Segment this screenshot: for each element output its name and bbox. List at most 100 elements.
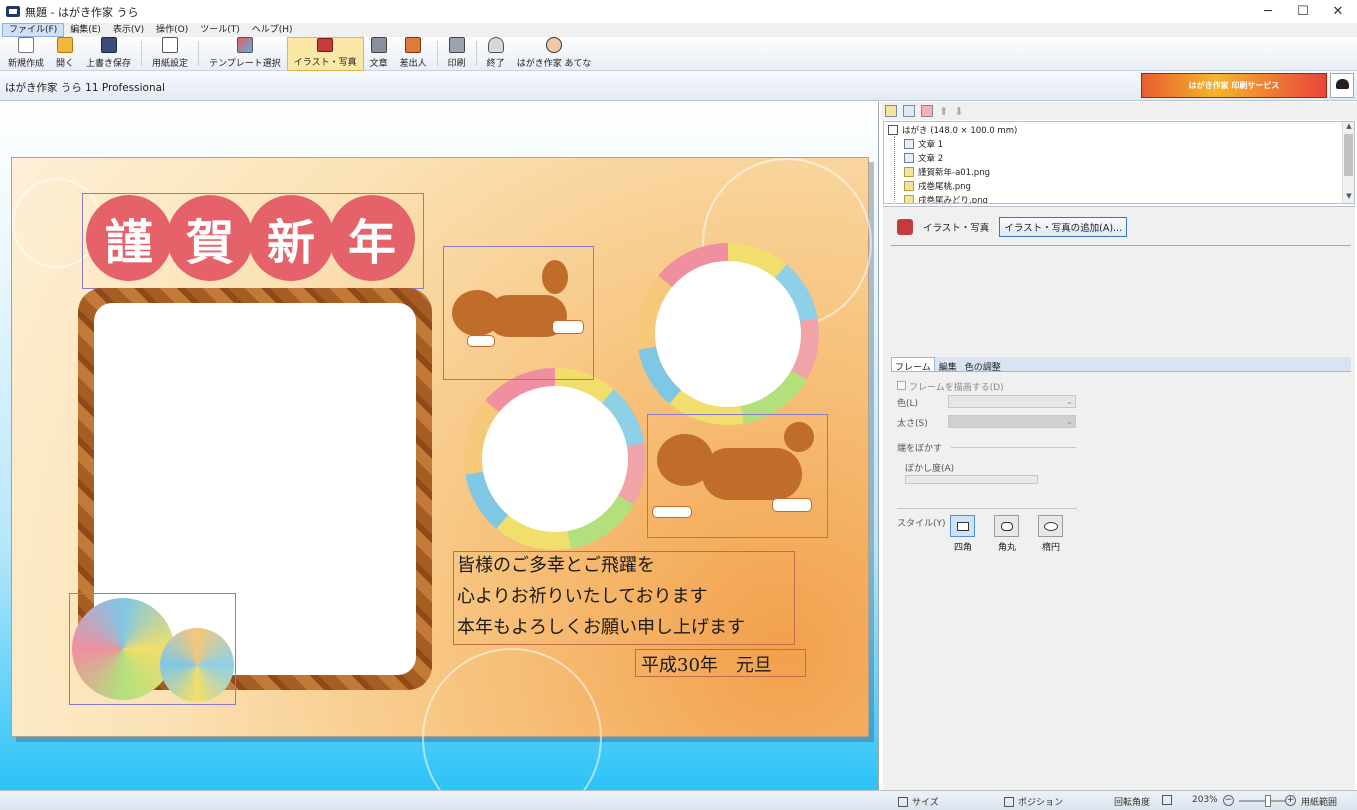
size-status: サイズ xyxy=(898,795,939,808)
product-name: はがき作家 うら 11 Professional xyxy=(5,82,165,94)
print-button[interactable]: 印刷 xyxy=(442,37,472,71)
close-button[interactable]: ✕ xyxy=(1321,0,1355,23)
thickness-label: 太さ(S) xyxy=(897,419,928,429)
tab-frame[interactable]: フレーム xyxy=(891,357,935,373)
draw-frame-checkbox[interactable] xyxy=(897,381,906,390)
properties-panel: イラスト・写真 イラスト・写真の追加(A)... フレーム 編集 色の調整 フレ… xyxy=(883,206,1355,790)
add-illust-button[interactable]: イラスト・写真の追加(A)... xyxy=(999,217,1128,237)
menu-view[interactable]: 表示(V) xyxy=(107,23,150,37)
thickness-select[interactable]: ⌄ xyxy=(948,415,1076,428)
illust-button[interactable]: イラスト・写真 xyxy=(286,37,364,71)
save-icon xyxy=(100,37,117,53)
tab-underline xyxy=(891,371,1351,372)
zoom-slider[interactable] xyxy=(1239,795,1285,807)
template-button[interactable]: テンプレート選択 xyxy=(203,37,287,71)
grid-icon xyxy=(1162,795,1172,805)
photo-hole-bottom[interactable] xyxy=(482,386,628,532)
grid-toggle[interactable] xyxy=(1162,795,1176,805)
atena-button[interactable]: はがき作家 あてな xyxy=(511,37,598,71)
print-label: 印刷 xyxy=(447,59,466,69)
new-label: 新規作成 xyxy=(8,59,45,69)
add-image-icon[interactable] xyxy=(885,105,897,117)
atena-icon xyxy=(546,37,563,53)
template-icon xyxy=(236,37,253,53)
paper-setup-button[interactable]: 用紙設定 xyxy=(146,37,194,71)
scroll-down-arrow[interactable]: ▼ xyxy=(1344,192,1354,202)
minimize-button[interactable]: ─ xyxy=(1251,0,1285,23)
style-square-label: 四角 xyxy=(953,543,972,553)
tree-item-label: 戌巻尾みどり.png xyxy=(918,196,988,204)
open-button[interactable]: 開く xyxy=(50,37,80,71)
scroll-up-arrow[interactable]: ▲ xyxy=(1344,122,1354,132)
blur-amount-label: ぼかし度(A) xyxy=(905,464,955,474)
menu-help[interactable]: ヘルプ(H) xyxy=(246,23,299,37)
menu-operate[interactable]: 操作(O) xyxy=(150,23,194,37)
style-rounded-button[interactable] xyxy=(994,515,1019,537)
app-icon xyxy=(6,6,20,17)
tree-item[interactable]: 戌巻尾みどり.png xyxy=(904,193,988,204)
size-icon xyxy=(898,796,908,807)
tree-item[interactable]: 文章 2 xyxy=(904,151,943,165)
sender-button[interactable]: 差出人 xyxy=(394,37,433,71)
size-label: サイズ xyxy=(912,798,939,808)
dog-selection-2 xyxy=(647,414,828,538)
blur-slider[interactable] xyxy=(905,475,1038,484)
tree-root[interactable]: はがき (148.0 × 100.0 mm) xyxy=(888,123,1017,137)
postcard[interactable]: 謹 賀 新 年 皆様のご多幸とご飛躍を 心よりお祈りいたしております 本年もよろ… xyxy=(11,157,872,790)
tree-item[interactable]: 戌巻尾桃.png xyxy=(904,179,971,193)
menu-tools[interactable]: ツール(T) xyxy=(194,23,246,37)
color-label: 色(L) xyxy=(897,399,919,409)
paper-range-status[interactable]: 用紙範囲 xyxy=(1301,795,1337,808)
delete-icon[interactable] xyxy=(921,105,933,117)
new-button[interactable]: 新規作成 xyxy=(2,37,50,71)
text-icon xyxy=(904,139,914,149)
zoom-out-button[interactable]: − xyxy=(1223,795,1234,806)
tab-color[interactable]: 色の調整 xyxy=(961,357,1005,373)
tree-item-label: 戌巻尾桃.png xyxy=(918,182,971,192)
move-down-icon[interactable]: ⬇ xyxy=(954,105,963,118)
text-button[interactable]: 文章 xyxy=(364,37,394,71)
zoom-slider-knob[interactable] xyxy=(1265,795,1271,807)
status-bar: サイズ ポジション 回転角度 203% − + 用紙範囲 xyxy=(0,790,1357,810)
exit-button[interactable]: 終了 xyxy=(481,37,511,71)
position-status: ポジション xyxy=(1004,795,1063,808)
dog-selection-1 xyxy=(443,246,594,380)
maximize-button[interactable]: ☐ xyxy=(1286,0,1320,23)
tree-item-label: 文章 1 xyxy=(918,140,944,150)
zoom-in-button[interactable]: + xyxy=(1285,795,1296,806)
save-button[interactable]: 上書き保存 xyxy=(80,37,137,71)
print-service-banner[interactable]: はがき作家 印刷サービス xyxy=(1141,73,1327,98)
tree-scrollbar[interactable]: ▲ ▼ xyxy=(1342,122,1354,203)
menu-file[interactable]: ファイル(F) xyxy=(2,23,65,37)
illust-label: イラスト・写真 xyxy=(293,58,357,68)
props-header: イラスト・写真 イラスト・写真の追加(A)... xyxy=(897,217,1128,237)
panel-toolbar: ⬆ ⬇ xyxy=(881,102,1357,120)
draw-frame-label: フレームを描画する(D) xyxy=(909,383,1004,393)
divider xyxy=(897,508,1077,509)
ellipse-icon xyxy=(1043,521,1058,531)
design-canvas[interactable]: 謹 賀 新 年 皆様のご多幸とご飛躍を 心よりお祈りいたしております 本年もよろ… xyxy=(0,102,879,790)
tab-edit[interactable]: 編集 xyxy=(935,357,961,373)
folder-icon xyxy=(57,37,74,53)
blur-edges-label: 端をぼかす xyxy=(897,444,943,454)
rounded-square-icon xyxy=(1000,521,1013,531)
scroll-thumb[interactable] xyxy=(1344,134,1353,176)
decor-pattern xyxy=(422,648,602,790)
open-label: 開く xyxy=(56,59,75,69)
menu-edit[interactable]: 編集(E) xyxy=(64,23,107,37)
color-select[interactable]: ⌄ xyxy=(948,395,1076,408)
object-tree[interactable]: はがき (148.0 × 100.0 mm) 文章 1 文章 2 謹賀新年-a0… xyxy=(883,121,1355,204)
add-text-icon[interactable] xyxy=(903,105,915,117)
menu-bar: ファイル(F) 編集(E) 表示(V) 操作(O) ツール(T) ヘルプ(H) xyxy=(0,23,1357,37)
tree-item[interactable]: 文章 1 xyxy=(904,137,943,151)
mascot-avatar xyxy=(1330,73,1354,98)
text-label: 文章 xyxy=(369,59,388,69)
photo-hole-top[interactable] xyxy=(655,261,801,407)
sender-label: 差出人 xyxy=(399,59,427,69)
style-ellipse-button[interactable] xyxy=(1038,515,1063,537)
message-selection xyxy=(453,551,795,645)
tree-item[interactable]: 謹賀新年-a01.png xyxy=(904,165,990,179)
style-square-button[interactable] xyxy=(950,515,975,537)
tree-item-label: 謹賀新年-a01.png xyxy=(918,168,990,178)
move-up-icon[interactable]: ⬆ xyxy=(939,105,948,118)
